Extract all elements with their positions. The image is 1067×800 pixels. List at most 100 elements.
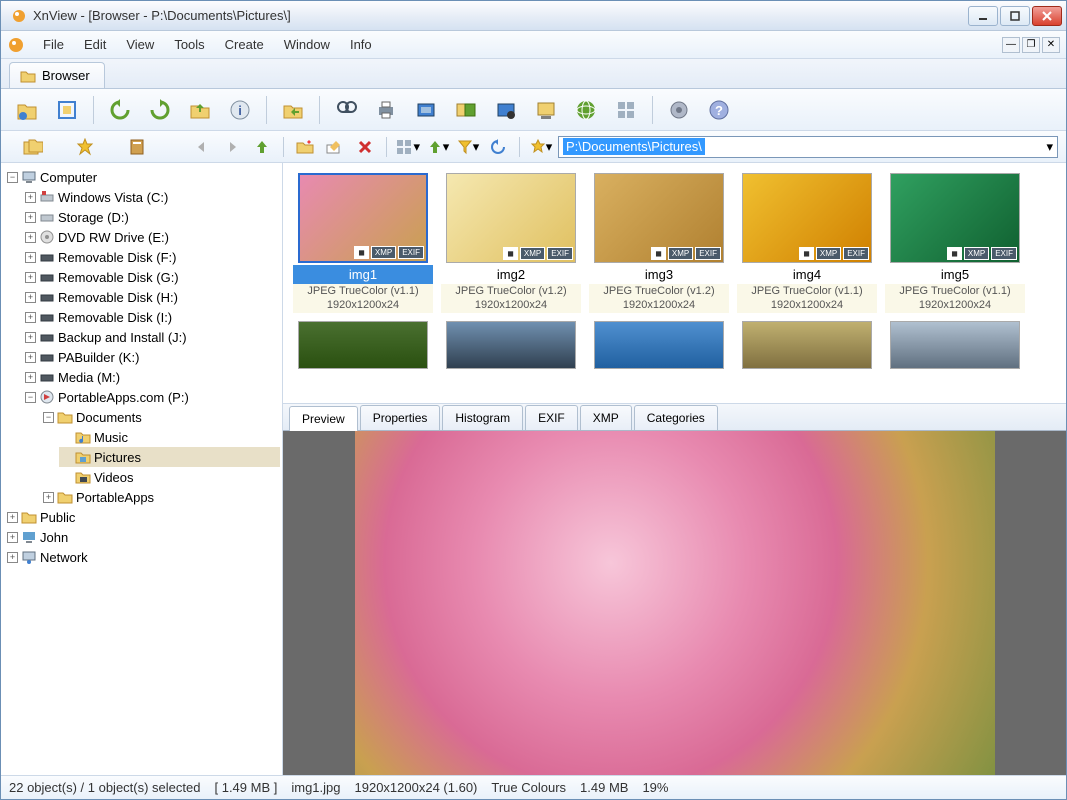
chevron-down-icon[interactable]: ▾ — [1046, 139, 1053, 155]
expand-icon[interactable]: + — [7, 552, 18, 563]
sort-button[interactable]: ▾ — [425, 134, 451, 160]
tab-histogram[interactable]: Histogram — [442, 405, 523, 430]
tree-node-drive[interactable]: + Removable Disk (F:) — [23, 247, 280, 267]
expand-icon[interactable]: + — [7, 532, 18, 543]
thumbnail-item[interactable]: ◼ XMP EXIF img5 JPEG TrueColor (v1.1)192… — [885, 173, 1025, 313]
expand-icon[interactable]: + — [7, 512, 18, 523]
thumbnail-item[interactable] — [293, 321, 433, 369]
tree-node-pictures[interactable]: Pictures — [59, 447, 280, 467]
tree-node-drive[interactable]: + Backup and Install (J:) — [23, 327, 280, 347]
favorites-tab-button[interactable] — [61, 134, 109, 160]
search-button[interactable] — [328, 93, 364, 127]
help-button[interactable]: ? — [701, 93, 737, 127]
mdi-minimize-button[interactable]: — — [1002, 37, 1020, 53]
thumbnail-item[interactable] — [589, 321, 729, 369]
thumbnail-item[interactable]: ◼ XMP EXIF img2 JPEG TrueColor (v1.2)192… — [441, 173, 581, 313]
menu-edit[interactable]: Edit — [74, 33, 116, 56]
tab-preview[interactable]: Preview — [289, 406, 358, 431]
delete-button[interactable] — [352, 134, 378, 160]
tree-node-drive[interactable]: + Windows Vista (C:) — [23, 187, 280, 207]
expand-icon[interactable]: + — [25, 292, 36, 303]
tab-browser[interactable]: Browser — [9, 62, 105, 88]
expand-icon[interactable]: + — [25, 332, 36, 343]
tree-node-computer[interactable]: − Computer — [5, 167, 280, 187]
up-button[interactable] — [249, 134, 275, 160]
thumbnail-item[interactable]: ◼ XMP EXIF img4 JPEG TrueColor (v1.1)192… — [737, 173, 877, 313]
favorite-button[interactable]: ▾ — [528, 134, 554, 160]
tab-xmp[interactable]: XMP — [580, 405, 632, 430]
tab-categories[interactable]: Categories — [634, 405, 718, 430]
open-folder-button[interactable] — [275, 93, 311, 127]
tree-node-public[interactable]: +Public — [5, 507, 280, 527]
thumbnail-item[interactable] — [885, 321, 1025, 369]
slideshow-button[interactable] — [528, 93, 564, 127]
tree-node-videos[interactable]: Videos — [59, 467, 280, 487]
tree-node-drive[interactable]: + DVD RW Drive (E:) — [23, 227, 280, 247]
mdi-restore-button[interactable]: ❐ — [1022, 37, 1040, 53]
collapse-icon[interactable]: − — [25, 392, 36, 403]
convert-button[interactable] — [448, 93, 484, 127]
view-mode-button[interactable]: ▾ — [395, 134, 421, 160]
open-button[interactable] — [9, 93, 45, 127]
tree-node-documents[interactable]: −Documents — [41, 407, 280, 427]
tree-node-portableapps[interactable]: +PortableApps — [41, 487, 280, 507]
thumbnail-item[interactable] — [441, 321, 581, 369]
filter-button[interactable]: ▾ — [455, 134, 481, 160]
expand-icon[interactable]: + — [25, 252, 36, 263]
refresh-button[interactable] — [485, 134, 511, 160]
menu-view[interactable]: View — [116, 33, 164, 56]
settings-button[interactable] — [661, 93, 697, 127]
web-button[interactable] — [568, 93, 604, 127]
tree-node-music[interactable]: Music — [59, 427, 280, 447]
thumbnail-item[interactable] — [737, 321, 877, 369]
new-folder-button[interactable] — [292, 134, 318, 160]
capture-button[interactable] — [488, 93, 524, 127]
minimize-button[interactable] — [968, 6, 998, 26]
menu-file[interactable]: File — [33, 33, 74, 56]
rotate-ccw-button[interactable] — [102, 93, 138, 127]
menu-create[interactable]: Create — [215, 33, 274, 56]
tab-properties[interactable]: Properties — [360, 405, 441, 430]
categories-tab-button[interactable] — [113, 134, 161, 160]
expand-icon[interactable]: + — [25, 352, 36, 363]
expand-icon[interactable]: + — [25, 232, 36, 243]
tree-node-drive[interactable]: + Removable Disk (H:) — [23, 287, 280, 307]
expand-icon[interactable]: + — [25, 272, 36, 283]
thumbnail-grid[interactable]: ◼ XMP EXIF img1 JPEG TrueColor (v1.1)192… — [283, 163, 1066, 403]
address-bar[interactable]: P:\Documents\Pictures\ ▾ — [558, 136, 1058, 158]
preview-pane[interactable] — [283, 431, 1066, 775]
tree-node-drive[interactable]: + Storage (D:) — [23, 207, 280, 227]
tab-exif[interactable]: EXIF — [525, 405, 578, 430]
mdi-close-button[interactable]: ✕ — [1042, 37, 1060, 53]
maximize-button[interactable] — [1000, 6, 1030, 26]
tree-node-network[interactable]: +Network — [5, 547, 280, 567]
parent-folder-button[interactable] — [182, 93, 218, 127]
tree-node-drive[interactable]: + Media (M:) — [23, 367, 280, 387]
menu-window[interactable]: Window — [274, 33, 340, 56]
fullscreen-button[interactable] — [49, 93, 85, 127]
folders-tab-button[interactable] — [9, 134, 57, 160]
thumbnail-view-button[interactable] — [608, 93, 644, 127]
expand-icon[interactable]: + — [25, 192, 36, 203]
close-button[interactable] — [1032, 6, 1062, 26]
expand-icon[interactable]: + — [25, 372, 36, 383]
scan-button[interactable] — [408, 93, 444, 127]
rename-button[interactable] — [322, 134, 348, 160]
menu-info[interactable]: Info — [340, 33, 382, 56]
expand-icon[interactable]: + — [43, 492, 54, 503]
collapse-icon[interactable]: − — [7, 172, 18, 183]
tree-node-drive[interactable]: + Removable Disk (I:) — [23, 307, 280, 327]
tree-node-drive[interactable]: + Removable Disk (G:) — [23, 267, 280, 287]
forward-button[interactable] — [219, 134, 245, 160]
back-button[interactable] — [189, 134, 215, 160]
thumbnail-item[interactable]: ◼ XMP EXIF img1 JPEG TrueColor (v1.1)192… — [293, 173, 433, 313]
print-button[interactable] — [368, 93, 404, 127]
tree-node-john[interactable]: +John — [5, 527, 280, 547]
tree-node-drive[interactable]: − PortableApps.com (P:) — [23, 387, 280, 407]
info-button[interactable]: i — [222, 93, 258, 127]
expand-icon[interactable]: + — [25, 312, 36, 323]
menu-tools[interactable]: Tools — [164, 33, 214, 56]
thumbnail-item[interactable]: ◼ XMP EXIF img3 JPEG TrueColor (v1.2)192… — [589, 173, 729, 313]
expand-icon[interactable]: + — [25, 212, 36, 223]
collapse-icon[interactable]: − — [43, 412, 54, 423]
